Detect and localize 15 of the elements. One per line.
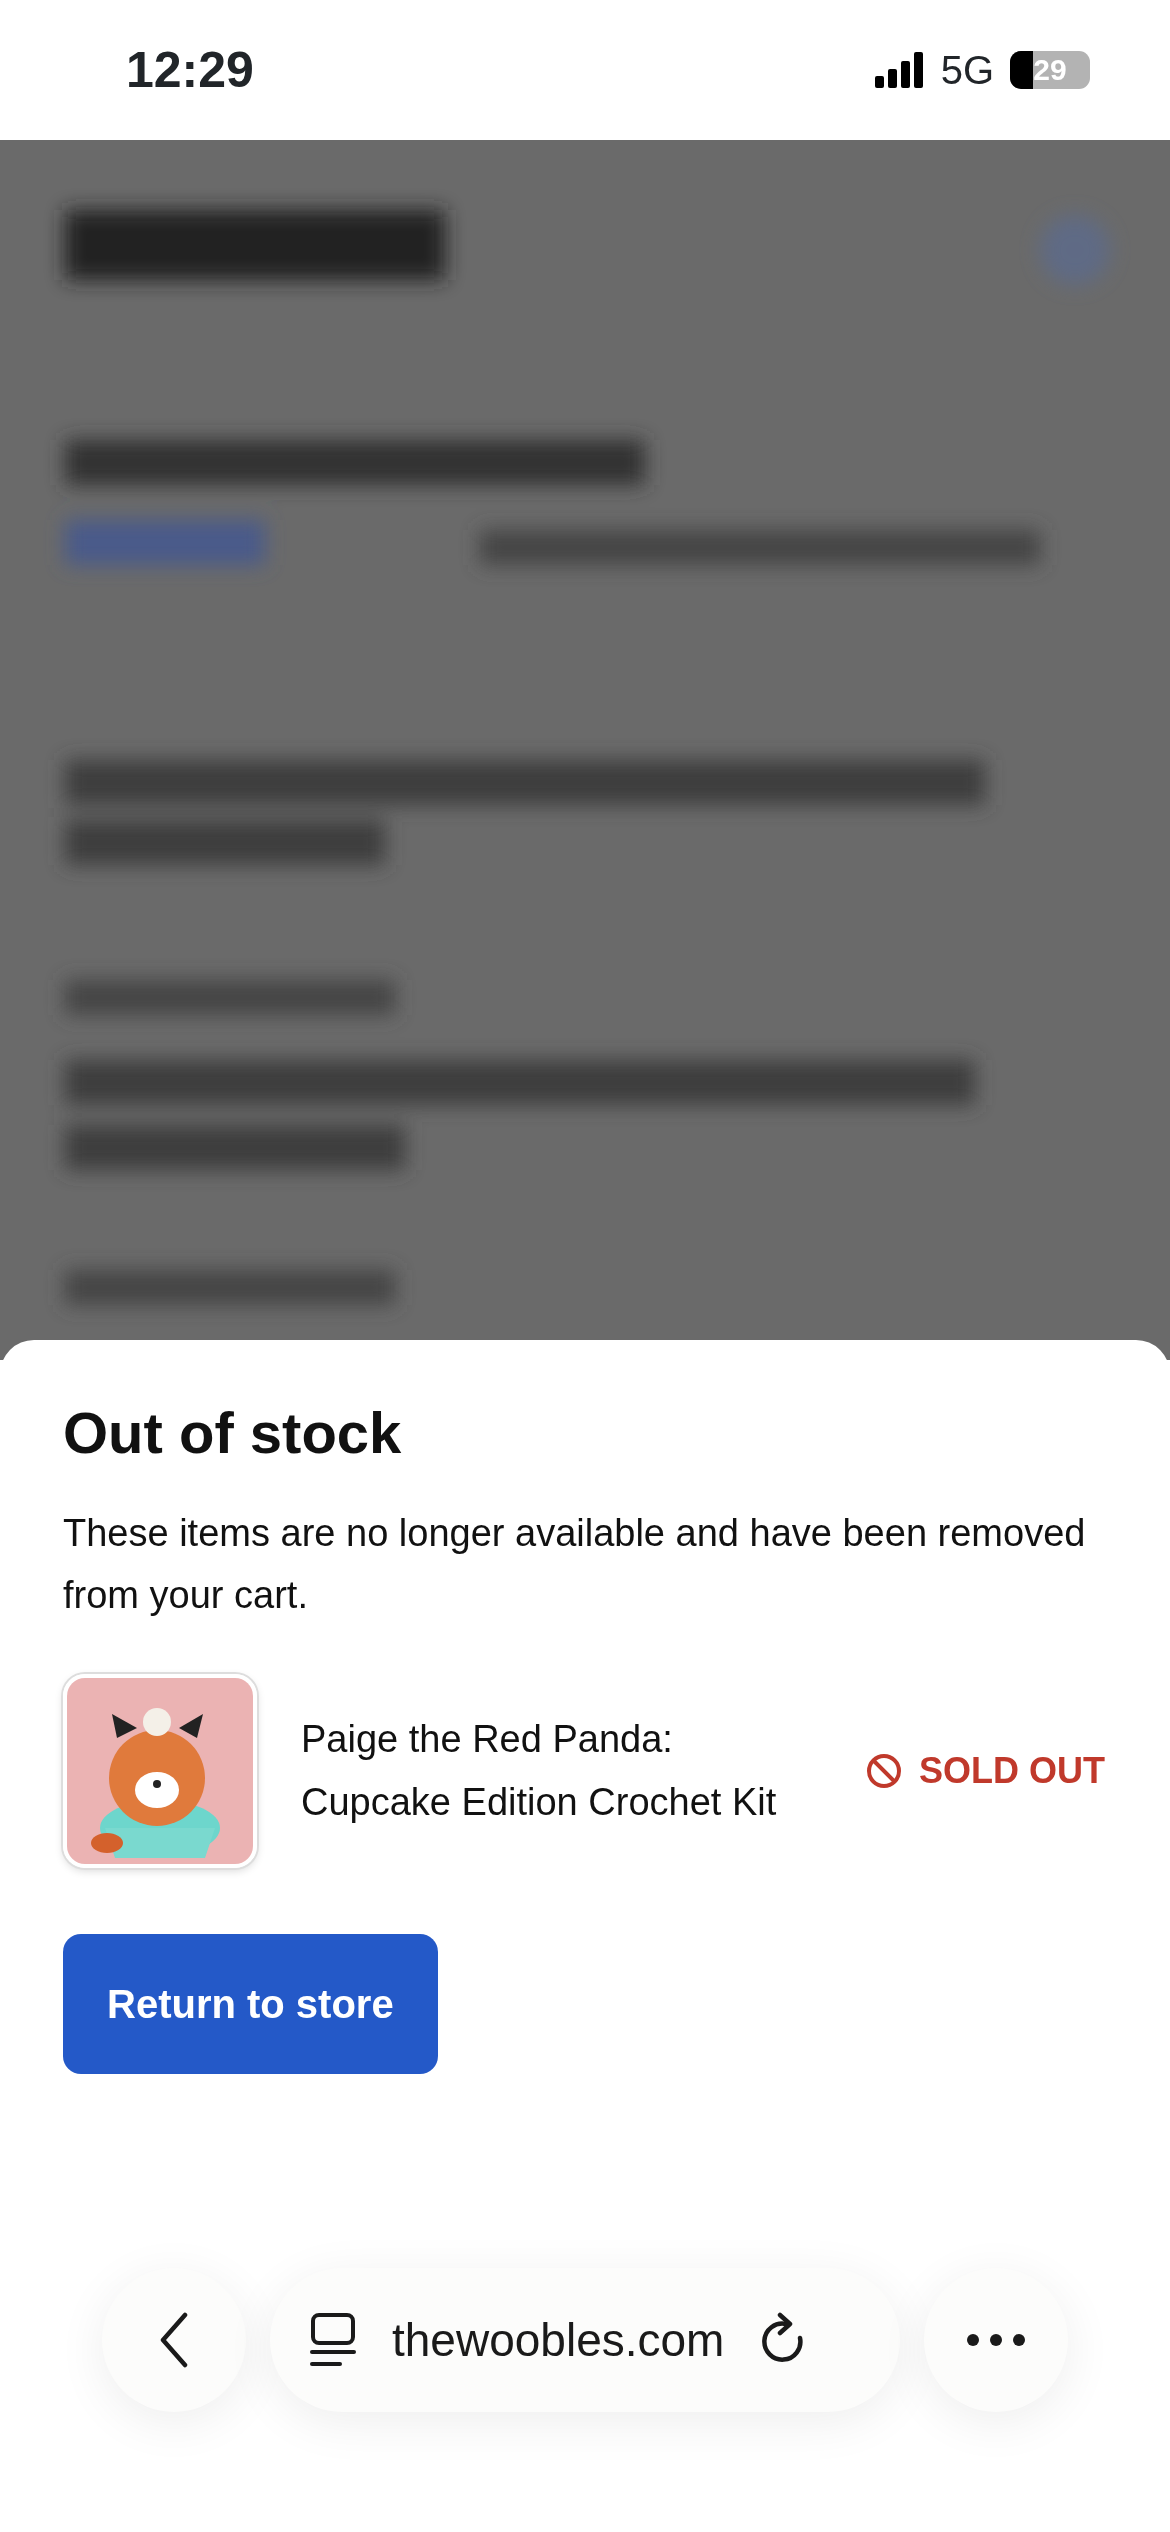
battery-level: 29 (1010, 51, 1090, 89)
prohibited-icon (865, 1751, 903, 1790)
sold-out-label: SOLD OUT (919, 1748, 1105, 1793)
sheet-message: These items are no longer available and have been removed from your cart. (63, 1510, 1087, 1618)
clock-time: 12:29 (126, 40, 254, 100)
signal-icon (874, 52, 925, 88)
return-to-store-button[interactable]: Return to store (63, 1933, 438, 2074)
page-menu-icon (310, 2312, 356, 2368)
product-name: Paige the Red Panda: Cupcake Edition Crochet Kit (301, 1716, 778, 1825)
sheet-title: Out of stock (63, 1399, 403, 1467)
address-bar[interactable]: thewoobles.com (270, 2268, 900, 2412)
back-icon (159, 2312, 189, 2368)
network-label: 5G (940, 47, 994, 94)
url-text: thewoobles.com (392, 2312, 725, 2368)
more-icon (966, 2333, 1026, 2347)
